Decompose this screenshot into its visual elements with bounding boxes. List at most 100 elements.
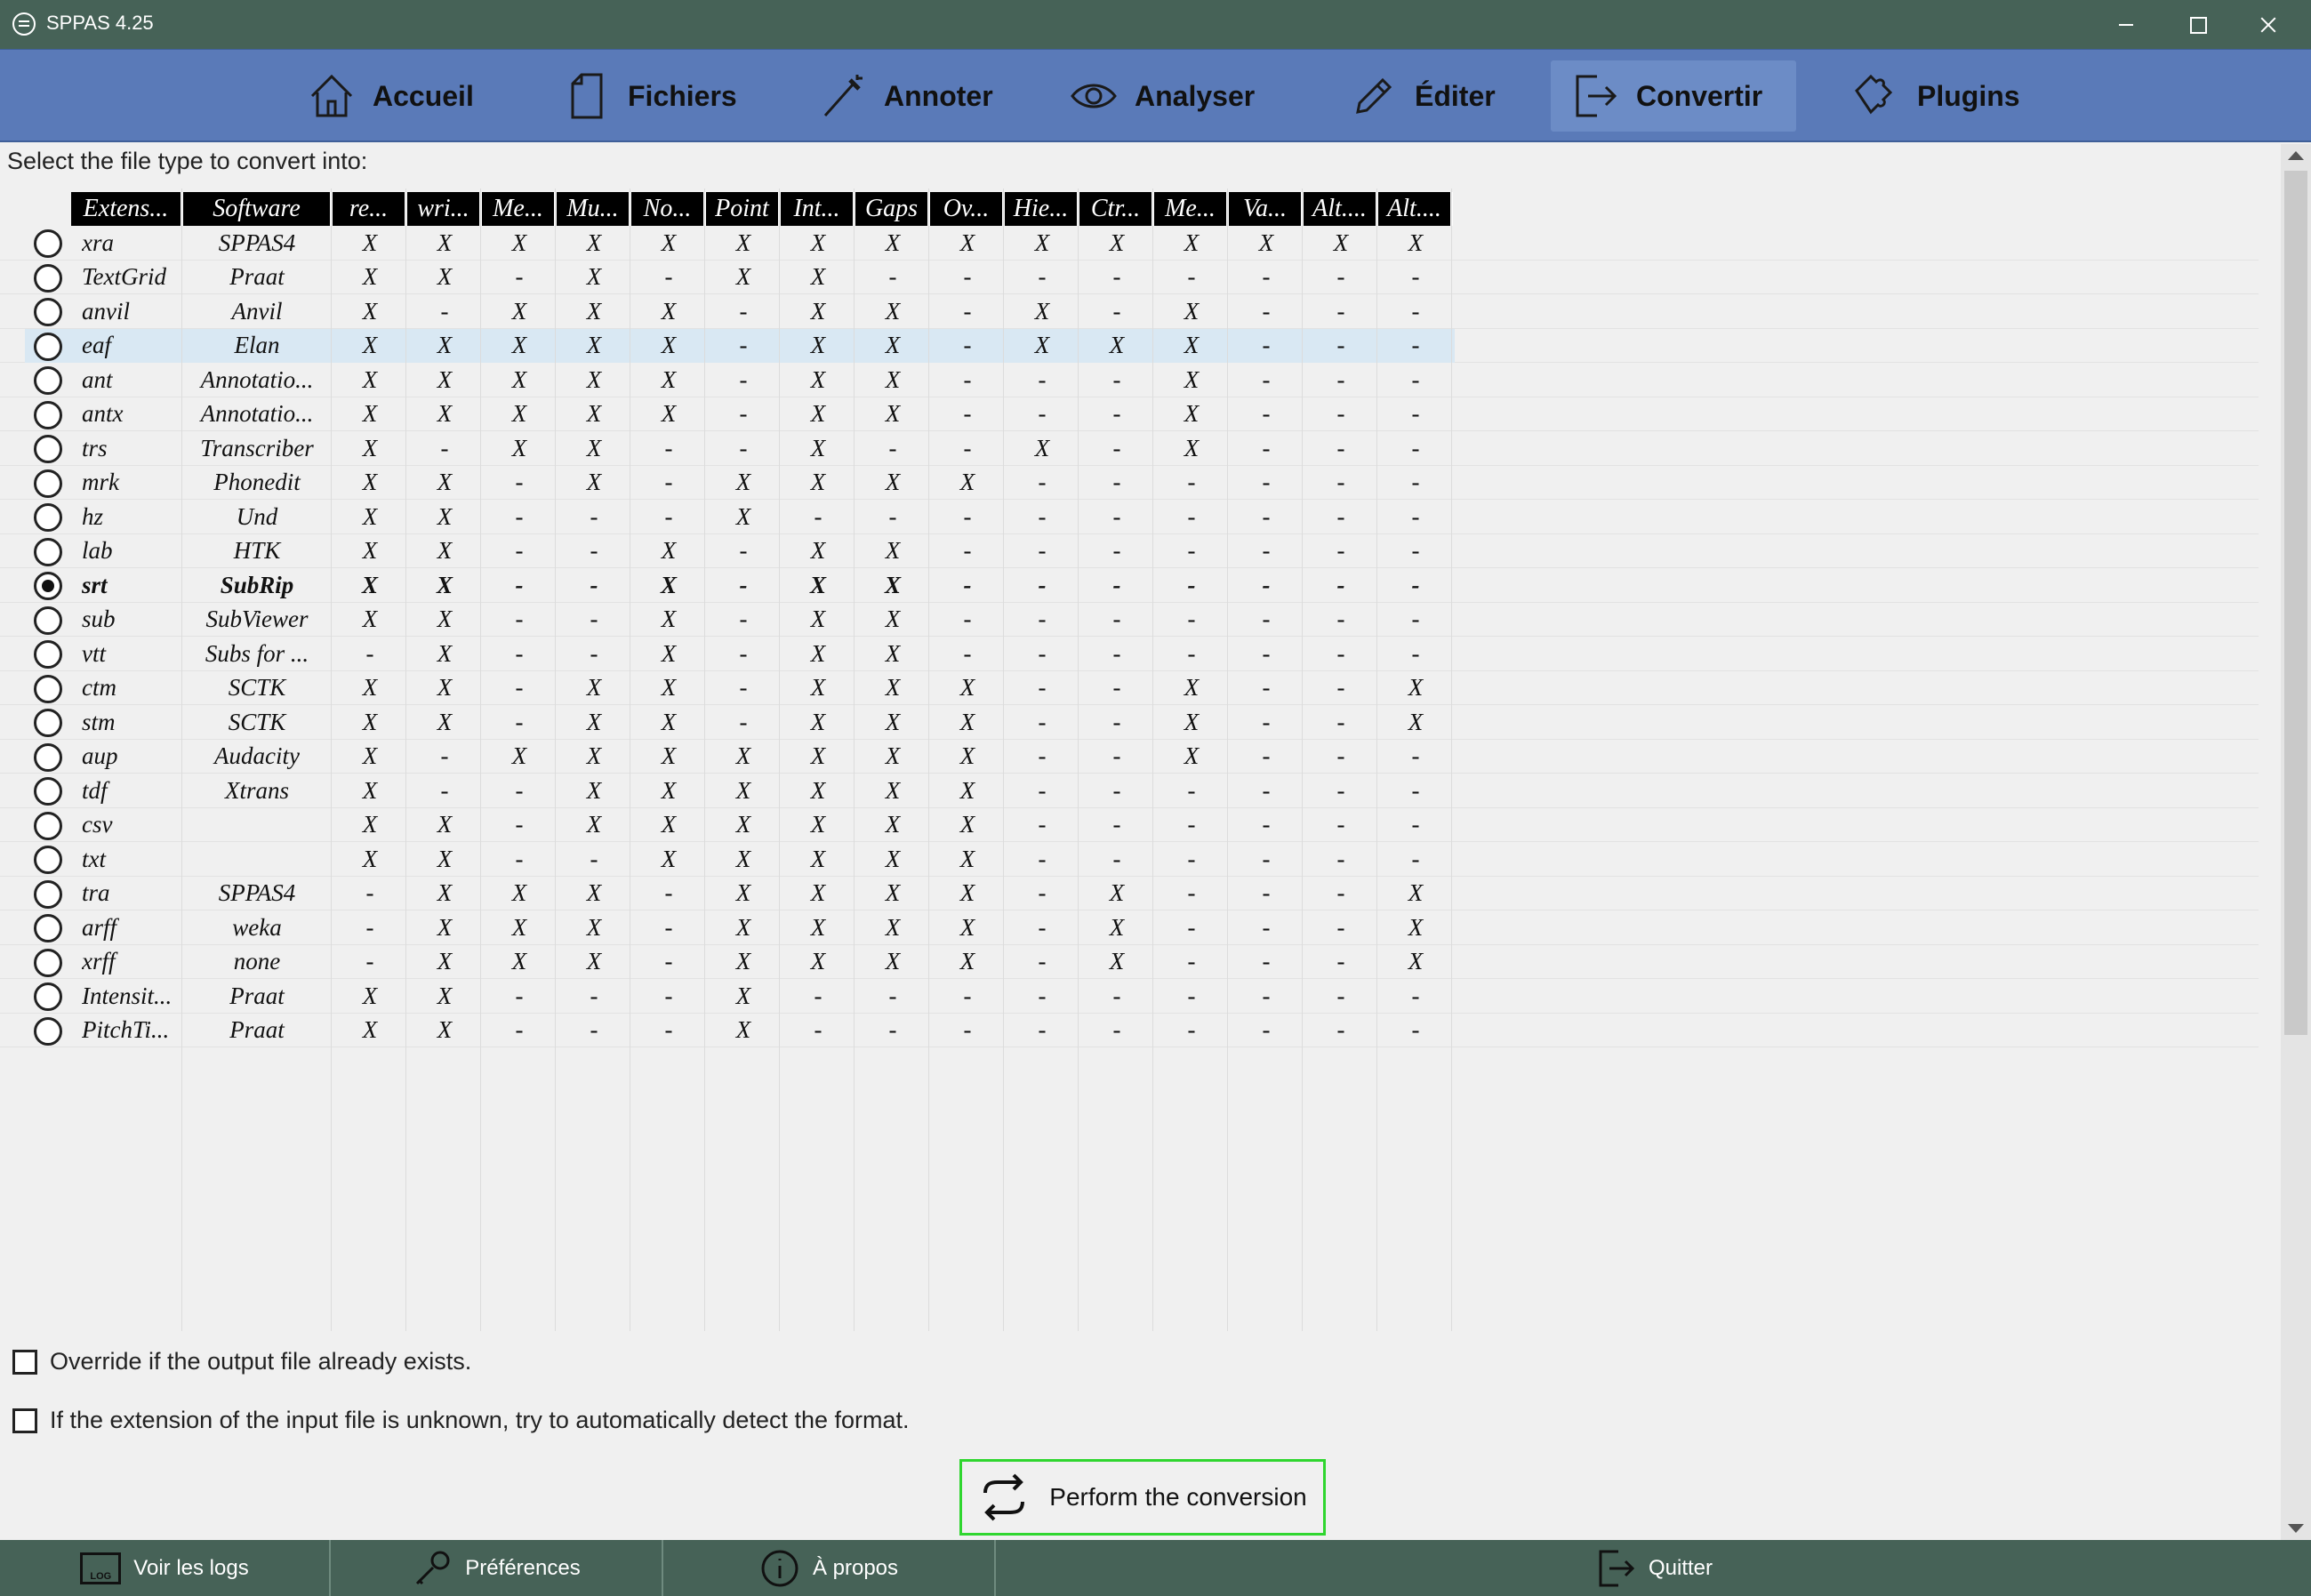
feature-flag-cell: - <box>1262 571 1271 598</box>
format-radio[interactable] <box>34 640 62 669</box>
preferences-label: Préférences <box>465 1555 581 1580</box>
column-header[interactable]: Point <box>706 192 781 226</box>
software-cell: Phonedit <box>213 469 301 495</box>
table-row[interactable]: ant Annotatio... X X X X X - X X - - - X - - - <box>0 363 2259 397</box>
table-row[interactable]: anvil Anvil X - X X X - X X - X - X - - - <box>0 294 2259 329</box>
format-radio[interactable] <box>34 914 62 942</box>
table-row[interactable]: csv X X - X X X X X X - - - - - - <box>0 808 2259 842</box>
feature-flag-cell: - <box>1262 948 1271 974</box>
view-logs-button[interactable]: LOG Voir les logs <box>0 1540 329 1596</box>
format-radio[interactable] <box>34 537 62 566</box>
preferences-button[interactable]: Préférences <box>331 1540 662 1596</box>
table-row[interactable]: PitchTi... Praat X X - - - X - - - - - - - - - <box>0 1014 2259 1047</box>
feature-flag-cell: X <box>511 297 527 325</box>
table-row[interactable]: vtt Subs for ... - X - - X - X X - - - - - - - <box>0 637 2259 671</box>
tab-editer[interactable]: Éditer <box>1329 60 1515 132</box>
table-row[interactable]: TextGrid Praat X X - X - X X - - - - - - - - <box>0 261 2259 294</box>
table-row[interactable]: tra SPPAS4 - X X X - X X X X - X - - - X <box>0 877 2259 910</box>
format-radio[interactable] <box>34 366 62 395</box>
format-radio[interactable] <box>34 332 62 361</box>
format-radio[interactable] <box>34 263 62 293</box>
column-header[interactable]: Ov... <box>930 192 1005 226</box>
table-row[interactable]: tdf Xtrans X - - X X X X X X - - - - - - <box>0 774 2259 808</box>
column-header[interactable]: Software <box>183 192 333 226</box>
format-radio[interactable] <box>34 229 62 258</box>
table-row[interactable]: lab HTK X X - - X - X X - - - - - - - <box>0 534 2259 568</box>
format-radio[interactable] <box>34 503 62 532</box>
table-row[interactable]: sub SubViewer X X - - X - X X - - - - - - - <box>0 603 2259 637</box>
tab-accueil[interactable]: Accueil <box>287 60 493 132</box>
format-radio[interactable] <box>34 811 62 840</box>
table-row[interactable]: txt X X - - X X X X X - - - - - - <box>0 842 2259 877</box>
quit-button[interactable]: Quitter <box>1583 1540 1725 1596</box>
perform-conversion-button[interactable]: Perform the conversion <box>959 1459 1326 1536</box>
table-row[interactable]: antx Annotatio... X X X X X - X X - - - X - - - <box>0 397 2259 431</box>
column-header[interactable]: Hie... <box>1005 192 1079 226</box>
autodetect-checkbox[interactable] <box>12 1408 37 1433</box>
scroll-down-icon[interactable] <box>2288 1524 2304 1533</box>
column-header[interactable]: wri... <box>407 192 482 226</box>
column-header[interactable]: Extens... <box>71 192 183 226</box>
tab-convertir[interactable]: Convertir <box>1551 60 1796 132</box>
format-radio[interactable] <box>34 846 62 874</box>
tab-fichiers[interactable]: Fichiers <box>542 60 757 132</box>
scroll-up-icon[interactable] <box>2288 151 2304 160</box>
feature-flag-cell: - <box>515 982 524 1009</box>
column-header[interactable]: Va... <box>1229 192 1304 226</box>
software-cell: Annotatio... <box>200 400 314 427</box>
extension-cell: sub <box>82 606 116 632</box>
format-radio[interactable] <box>34 298 62 326</box>
format-radio[interactable] <box>34 469 62 498</box>
tab-analyser[interactable]: Analyser <box>1049 60 1274 132</box>
column-header[interactable]: Gaps <box>855 192 930 226</box>
table-row[interactable]: trs Transcriber X - X X - - X - - X - X - - - <box>0 431 2259 466</box>
scrollbar-thumb[interactable] <box>2284 171 2307 1035</box>
table-row[interactable]: aup Audacity X - X X X X X X X - - X - - - <box>0 740 2259 774</box>
format-radio[interactable] <box>34 742 62 772</box>
format-radio[interactable] <box>34 948 62 977</box>
column-header[interactable]: No... <box>631 192 706 226</box>
table-row[interactable]: stm SCTK X X - X X - X X X - - X - - X <box>0 705 2259 740</box>
about-button[interactable]: À propos <box>663 1540 994 1596</box>
column-header[interactable]: Mu... <box>557 192 631 226</box>
autodetect-option[interactable]: If the extension of the input file is un… <box>12 1407 910 1434</box>
table-row[interactable]: xrff none - X X X - X X X X - X - - - X <box>0 945 2259 979</box>
column-header[interactable]: Me... <box>482 192 557 226</box>
override-checkbox[interactable] <box>12 1349 37 1375</box>
minimize-button[interactable] <box>2090 0 2161 49</box>
feature-flag-cell: - <box>1112 400 1121 427</box>
format-radio[interactable] <box>34 435 62 463</box>
column-header[interactable]: Int... <box>781 192 855 226</box>
format-radio[interactable] <box>34 674 62 703</box>
tab-plugins[interactable]: Plugins <box>1832 60 2040 132</box>
format-radio[interactable] <box>34 777 62 806</box>
table-row[interactable]: eaf Elan X X X X X - X X - X X X - - - <box>0 328 2259 363</box>
feature-flag-cell: X <box>437 913 453 941</box>
column-header[interactable]: Ctr... <box>1079 192 1154 226</box>
maximize-button[interactable] <box>2161 0 2232 49</box>
table-row[interactable]: srt SubRip X X - - X - X X - - - - - - - <box>0 568 2259 603</box>
format-radio[interactable] <box>34 1016 62 1046</box>
format-radio[interactable] <box>34 879 62 909</box>
format-radio[interactable] <box>34 572 62 600</box>
column-header[interactable]: Me... <box>1154 192 1229 226</box>
feature-flag-cell: X <box>362 502 378 530</box>
column-header[interactable]: Alt.... <box>1304 192 1378 226</box>
table-row[interactable]: xra SPPAS4 X X X X X X X X X X X X X X X <box>0 226 2259 261</box>
column-header[interactable]: re... <box>333 192 407 226</box>
table-row[interactable]: ctm SCTK X X - X X - X X X - - X - - X <box>0 671 2259 705</box>
feature-flag-cell: - <box>1112 606 1121 632</box>
tab-annoter[interactable]: Annoter <box>798 60 1013 132</box>
table-row[interactable]: Intensit... Praat X X - - - X - - - - - - - - - <box>0 979 2259 1014</box>
format-radio[interactable] <box>34 982 62 1011</box>
column-header[interactable]: Alt.... <box>1378 192 1453 226</box>
format-radio[interactable] <box>34 400 62 429</box>
format-radio[interactable] <box>34 606 62 635</box>
table-row[interactable]: arff weka - X X X - X X X X - X - - - X <box>0 910 2259 945</box>
override-option[interactable]: Override if the output file already exis… <box>12 1348 471 1375</box>
vertical-scrollbar[interactable] <box>2281 144 2311 1540</box>
format-radio[interactable] <box>34 709 62 737</box>
close-window-button[interactable] <box>2236 0 2307 49</box>
table-row[interactable]: hz Und X X - - - X - - - - - - - - - <box>0 500 2259 534</box>
table-row[interactable]: mrk Phonedit X X - X - X X X X - - - - - - <box>0 466 2259 500</box>
